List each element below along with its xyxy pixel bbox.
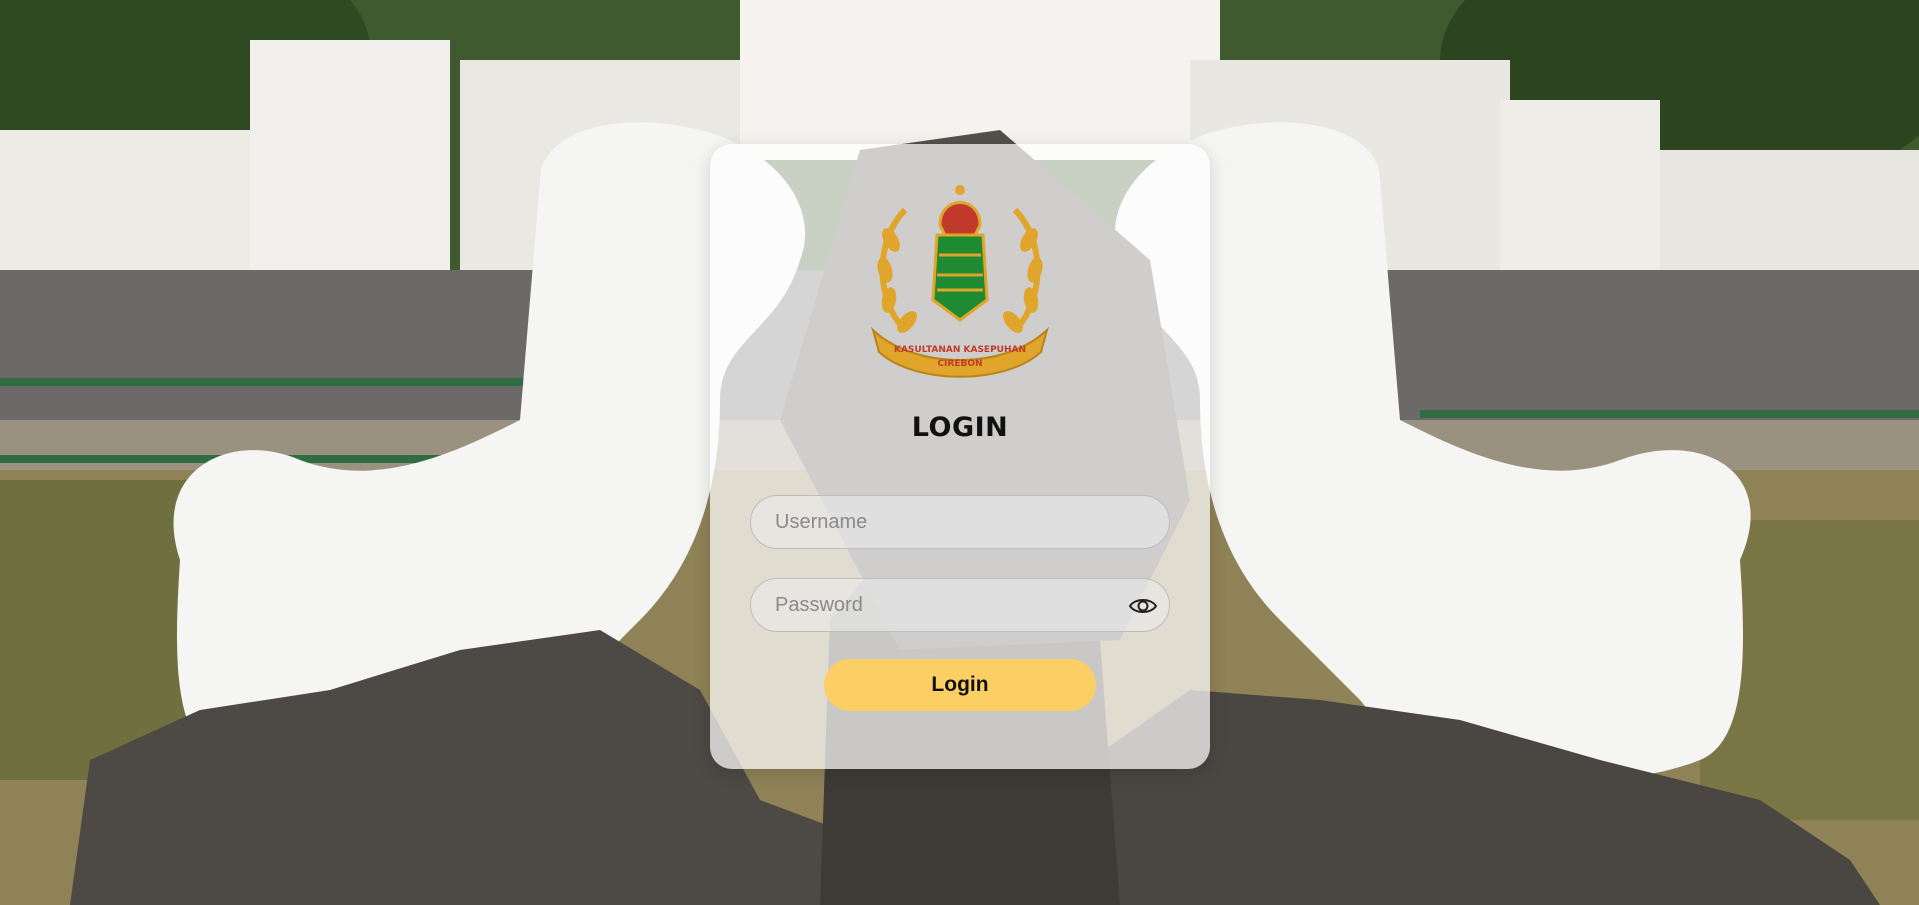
username-field-wrapper: [750, 495, 1170, 549]
login-button[interactable]: Login: [824, 659, 1096, 711]
kasepuhan-emblem-logo: KASULTANAN KASEPUHAN CIREBON: [865, 180, 1055, 380]
password-field-wrapper: [750, 578, 1170, 632]
emblem-svg: KASULTANAN KASEPUHAN CIREBON: [871, 185, 1049, 378]
emblem-ribbon-line1: KASULTANAN KASEPUHAN: [894, 345, 1026, 355]
emblem-ribbon-line2: CIREBON: [937, 359, 982, 369]
username-input[interactable]: [751, 496, 1169, 548]
login-card: KASULTANAN KASEPUHAN CIREBON LOGIN Login: [710, 144, 1210, 769]
eye-icon[interactable]: [1127, 590, 1159, 622]
password-input[interactable]: [751, 579, 1169, 631]
login-title: LOGIN: [911, 412, 1009, 443]
